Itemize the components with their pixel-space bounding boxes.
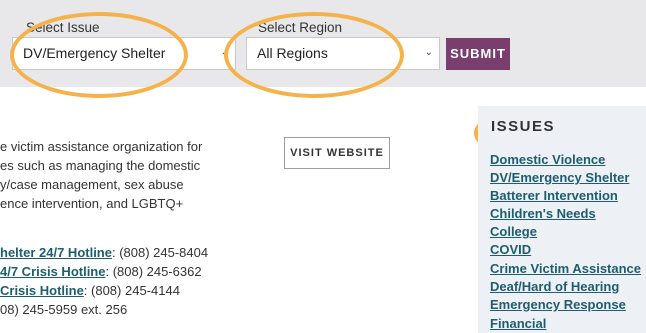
description-line: es such as managing the domestic (0, 158, 201, 173)
issue-link[interactable]: College (490, 224, 537, 239)
chevron-down-icon: ⌄ (220, 47, 229, 58)
issue-select-value: DV/Emergency Shelter (23, 45, 166, 61)
issues-heading: ISSUES (491, 118, 556, 135)
issue-link[interactable]: COVID (490, 242, 531, 257)
issue-link[interactable]: Domestic Violence (490, 152, 605, 167)
contact-link[interactable]: Crisis Hotline (0, 283, 84, 298)
issue-link[interactable]: DV/Emergency Shelter (490, 170, 629, 185)
contact-line: 08) 245-5959 ext. 256 (0, 302, 127, 317)
contact-phone: : (808) 245-6362 (105, 264, 202, 279)
contact-line: 4/7 Crisis Hotline: (808) 245-6362 (0, 264, 202, 279)
issue-link[interactable]: Deaf/Hard of Hearing (490, 279, 619, 294)
contact-line: helter 24/7 Hotline: (808) 245-8404 (0, 245, 208, 260)
issue-link[interactable]: Crime Victim Assistance (490, 261, 641, 276)
visit-website-button[interactable]: VISIT WEBSITE (284, 137, 390, 169)
description-line: ence intervention, and LGBTQ+ (0, 196, 184, 211)
contact-phone: 08) 245-5959 ext. 256 (0, 302, 128, 317)
description-line: e victim assistance organization for (0, 139, 203, 154)
issue-link[interactable]: Children's Needs (490, 206, 596, 221)
contact-phone: : (808) 245-4144 (83, 283, 180, 298)
issue-link[interactable]: Batterer Intervention (490, 188, 618, 203)
issue-link[interactable]: Emergency Response (490, 297, 626, 312)
contact-link[interactable]: helter 24/7 Hotline (0, 245, 112, 260)
select-region-label: Select Region (258, 20, 343, 35)
issue-link[interactable]: Financial (490, 316, 546, 331)
region-select-value: All Regions (257, 45, 328, 61)
submit-button[interactable]: SUBMIT (446, 38, 510, 70)
issue-select[interactable]: DV/Emergency Shelter ⌄ (12, 37, 236, 70)
select-issue-label: Select Issue (26, 20, 100, 35)
contact-phone: : (808) 245-8404 (111, 245, 209, 260)
chevron-down-icon: ⌄ (424, 47, 433, 58)
contact-link[interactable]: 4/7 Crisis Hotline (0, 264, 105, 279)
region-select[interactable]: All Regions ⌄ (246, 37, 440, 70)
description-line: y/case management, sex abuse (0, 177, 184, 192)
contact-line: Crisis Hotline: (808) 245-4144 (0, 283, 180, 298)
